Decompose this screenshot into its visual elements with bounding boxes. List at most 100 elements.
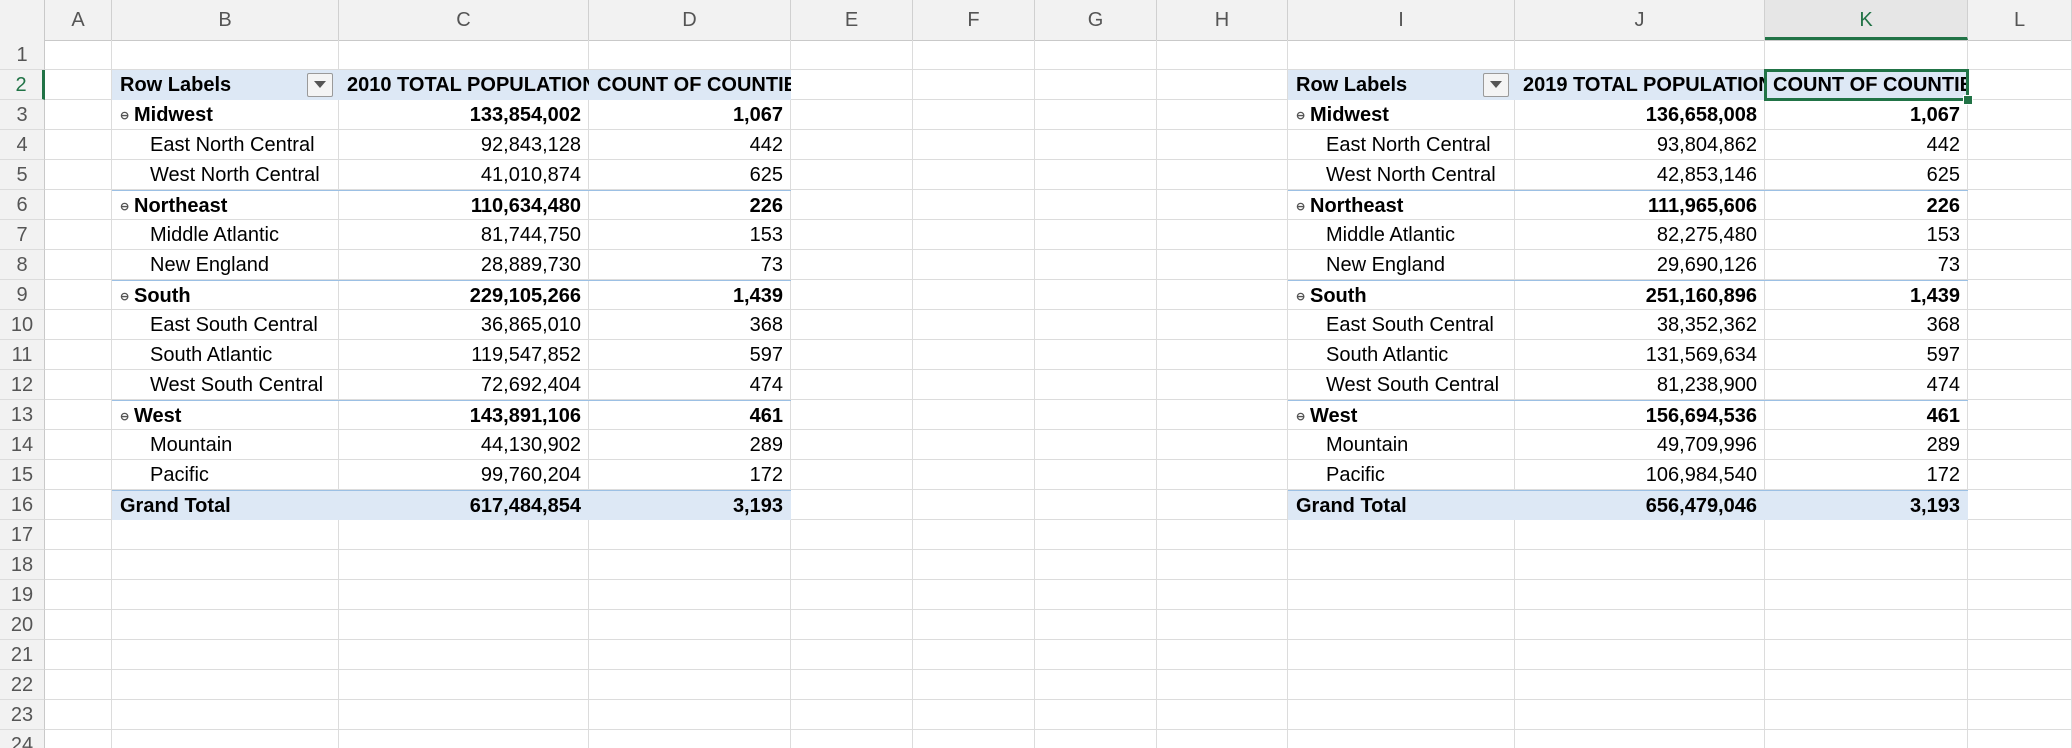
pivot-count-cell[interactable]: 442 bbox=[589, 130, 791, 160]
pivot-item-label[interactable]: East North Central bbox=[1288, 130, 1515, 160]
pivot-group-label[interactable]: ⊖ West bbox=[1288, 400, 1515, 430]
pivot-value-cell[interactable]: 143,891,106 bbox=[339, 400, 589, 430]
row-header-15[interactable]: 15 bbox=[0, 460, 45, 490]
pivot-item-label[interactable]: Pacific bbox=[112, 460, 339, 490]
row-header-20[interactable]: 20 bbox=[0, 610, 45, 640]
pivot-count-cell[interactable]: 474 bbox=[589, 370, 791, 400]
pivot-count-cell[interactable]: 172 bbox=[1765, 460, 1968, 490]
row-header-2[interactable]: 2 bbox=[0, 70, 45, 100]
column-header-j[interactable]: J bbox=[1515, 0, 1765, 40]
pivot-value-cell[interactable]: 36,865,010 bbox=[339, 310, 589, 340]
pivot-group-label[interactable]: ⊖ West bbox=[112, 400, 339, 430]
pivot-item-label[interactable]: New England bbox=[112, 250, 339, 280]
pivot-grand-total-value[interactable]: 617,484,854 bbox=[339, 490, 589, 520]
pivot-value-cell[interactable]: 156,694,536 bbox=[1515, 400, 1765, 430]
pivot-count-header[interactable]: COUNT OF COUNTIES bbox=[1765, 70, 1968, 100]
pivot-grand-total-count[interactable]: 3,193 bbox=[589, 490, 791, 520]
row-header-18[interactable]: 18 bbox=[0, 550, 45, 580]
pivot-count-cell[interactable]: 153 bbox=[589, 220, 791, 250]
column-header-b[interactable]: B bbox=[112, 0, 339, 40]
pivot-value-cell[interactable]: 49,709,996 bbox=[1515, 430, 1765, 460]
pivot-grand-total-count[interactable]: 3,193 bbox=[1765, 490, 1968, 520]
pivot-row-labels-header[interactable]: Row Labels bbox=[1288, 70, 1515, 100]
pivot-value-cell[interactable]: 110,634,480 bbox=[339, 190, 589, 220]
pivot-value-cell[interactable]: 136,658,008 bbox=[1515, 100, 1765, 130]
column-header-c[interactable]: C bbox=[339, 0, 589, 40]
filter-dropdown-icon[interactable] bbox=[1483, 73, 1509, 97]
column-header-i[interactable]: I bbox=[1288, 0, 1515, 40]
pivot-value-header[interactable]: 2010 TOTAL POPULATION bbox=[339, 70, 589, 100]
pivot-count-cell[interactable]: 368 bbox=[589, 310, 791, 340]
pivot-count-cell[interactable]: 1,067 bbox=[1765, 100, 1968, 130]
pivot-item-label[interactable]: East South Central bbox=[1288, 310, 1515, 340]
pivot-grand-total-label[interactable]: Grand Total bbox=[112, 490, 339, 520]
pivot-count-cell[interactable]: 73 bbox=[1765, 250, 1968, 280]
row-header-22[interactable]: 22 bbox=[0, 670, 45, 700]
pivot-count-header[interactable]: COUNT OF COUNTIES bbox=[589, 70, 791, 100]
collapse-icon[interactable]: ⊖ bbox=[1296, 282, 1310, 310]
pivot-item-label[interactable]: West North Central bbox=[112, 160, 339, 190]
collapse-icon[interactable]: ⊖ bbox=[1296, 192, 1310, 220]
pivot-value-cell[interactable]: 92,843,128 bbox=[339, 130, 589, 160]
pivot-count-cell[interactable]: 289 bbox=[589, 430, 791, 460]
pivot-count-cell[interactable]: 153 bbox=[1765, 220, 1968, 250]
column-header-l[interactable]: L bbox=[1968, 0, 2072, 40]
column-header-k[interactable]: K bbox=[1765, 0, 1968, 40]
pivot-item-label[interactable]: Mountain bbox=[112, 430, 339, 460]
pivot-value-cell[interactable]: 111,965,606 bbox=[1515, 190, 1765, 220]
pivot-count-cell[interactable]: 289 bbox=[1765, 430, 1968, 460]
collapse-icon[interactable]: ⊖ bbox=[120, 101, 134, 130]
pivot-count-cell[interactable]: 597 bbox=[589, 340, 791, 370]
column-header-e[interactable]: E bbox=[791, 0, 913, 40]
pivot-item-label[interactable]: South Atlantic bbox=[1288, 340, 1515, 370]
row-header-1[interactable]: 1 bbox=[0, 40, 45, 70]
pivot-value-header[interactable]: 2019 TOTAL POPULATION bbox=[1515, 70, 1765, 100]
row-header-4[interactable]: 4 bbox=[0, 130, 45, 160]
pivot-item-label[interactable]: Pacific bbox=[1288, 460, 1515, 490]
row-header-11[interactable]: 11 bbox=[0, 340, 45, 370]
collapse-icon[interactable]: ⊖ bbox=[120, 402, 134, 430]
pivot-value-cell[interactable]: 251,160,896 bbox=[1515, 280, 1765, 310]
pivot-value-cell[interactable]: 41,010,874 bbox=[339, 160, 589, 190]
pivot-count-cell[interactable]: 73 bbox=[589, 250, 791, 280]
row-header-13[interactable]: 13 bbox=[0, 400, 45, 430]
pivot-count-cell[interactable]: 597 bbox=[1765, 340, 1968, 370]
row-header-9[interactable]: 9 bbox=[0, 280, 45, 310]
pivot-row-labels-header[interactable]: Row Labels bbox=[112, 70, 339, 100]
pivot-value-cell[interactable]: 119,547,852 bbox=[339, 340, 589, 370]
pivot-item-label[interactable]: South Atlantic bbox=[112, 340, 339, 370]
column-header-a[interactable]: A bbox=[45, 0, 112, 40]
pivot-item-label[interactable]: Middle Atlantic bbox=[112, 220, 339, 250]
row-header-23[interactable]: 23 bbox=[0, 700, 45, 730]
pivot-count-cell[interactable]: 1,067 bbox=[589, 100, 791, 130]
pivot-group-label[interactable]: ⊖ Midwest bbox=[1288, 100, 1515, 130]
pivot-count-cell[interactable]: 172 bbox=[589, 460, 791, 490]
pivot-item-label[interactable]: Middle Atlantic bbox=[1288, 220, 1515, 250]
row-header-12[interactable]: 12 bbox=[0, 370, 45, 400]
row-header-14[interactable]: 14 bbox=[0, 430, 45, 460]
pivot-value-cell[interactable]: 99,760,204 bbox=[339, 460, 589, 490]
spreadsheet[interactable]: ABCDEFGHIJKL 1 2 3 4 5 6 7 8 9 10 11 12 13 14 15 16 17 18… bbox=[0, 0, 2072, 748]
pivot-value-cell[interactable]: 28,889,730 bbox=[339, 250, 589, 280]
row-header-21[interactable]: 21 bbox=[0, 640, 45, 670]
pivot-item-label[interactable]: West South Central bbox=[1288, 370, 1515, 400]
pivot-value-cell[interactable]: 229,105,266 bbox=[339, 280, 589, 310]
column-header-g[interactable]: G bbox=[1035, 0, 1157, 40]
row-header-10[interactable]: 10 bbox=[0, 310, 45, 340]
pivot-value-cell[interactable]: 133,854,002 bbox=[339, 100, 589, 130]
pivot-count-cell[interactable]: 442 bbox=[1765, 130, 1968, 160]
pivot-value-cell[interactable]: 106,984,540 bbox=[1515, 460, 1765, 490]
pivot-value-cell[interactable]: 42,853,146 bbox=[1515, 160, 1765, 190]
pivot-grand-total-value[interactable]: 656,479,046 bbox=[1515, 490, 1765, 520]
collapse-icon[interactable]: ⊖ bbox=[120, 192, 134, 220]
row-header-24[interactable]: 24 bbox=[0, 730, 45, 748]
pivot-count-cell[interactable]: 461 bbox=[1765, 400, 1968, 430]
row-header-17[interactable]: 17 bbox=[0, 520, 45, 550]
pivot-count-cell[interactable]: 226 bbox=[589, 190, 791, 220]
pivot-item-label[interactable]: East South Central bbox=[112, 310, 339, 340]
pivot-group-label[interactable]: ⊖ South bbox=[112, 280, 339, 310]
pivot-value-cell[interactable]: 38,352,362 bbox=[1515, 310, 1765, 340]
pivot-grand-total-label[interactable]: Grand Total bbox=[1288, 490, 1515, 520]
pivot-count-cell[interactable]: 474 bbox=[1765, 370, 1968, 400]
fill-handle[interactable] bbox=[1963, 95, 1973, 105]
